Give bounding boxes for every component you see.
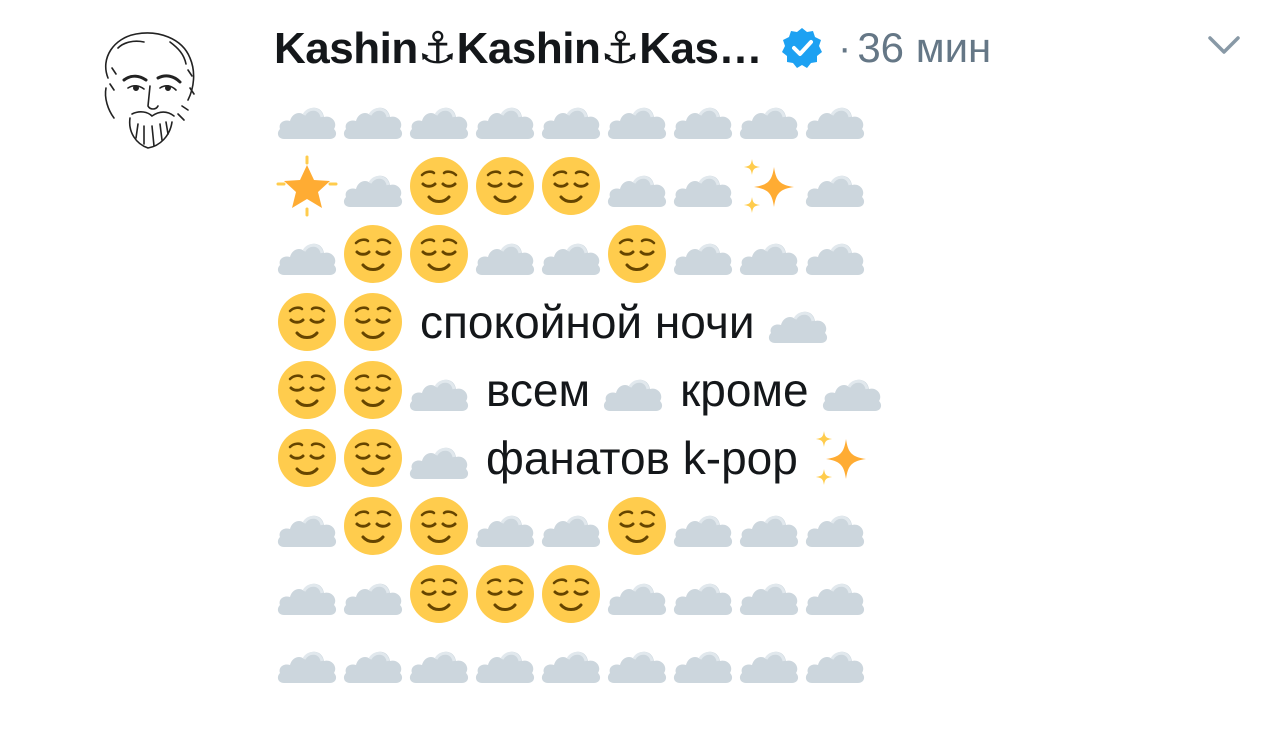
- cloud-emoji-icon: [802, 561, 868, 627]
- cloud-emoji-icon: [538, 221, 604, 287]
- more-options-button[interactable]: [1204, 30, 1244, 60]
- cloud-emoji-icon: [406, 85, 472, 151]
- relieved-emoji-icon: [274, 357, 340, 423]
- cloud-emoji-icon: [670, 493, 736, 559]
- tweet-line: спокойной ночи: [274, 288, 885, 356]
- cloud-emoji-icon: [340, 85, 406, 151]
- tweet-text-segment: кроме: [680, 364, 809, 416]
- cloud-emoji-icon: [670, 153, 736, 219]
- author-name[interactable]: Kashin⚓Kashin⚓Kas…: [274, 23, 763, 74]
- avatar[interactable]: [78, 18, 220, 160]
- cloud-emoji-icon: [274, 629, 340, 695]
- cloud-emoji-icon: [406, 357, 472, 423]
- cloud-emoji-icon: [274, 85, 340, 151]
- cloud-emoji-icon: [604, 85, 670, 151]
- cloud-emoji-icon: [736, 85, 802, 151]
- relieved-emoji-icon: [472, 561, 538, 627]
- cloud-emoji-icon: [274, 493, 340, 559]
- tweet-line: всем кроме: [274, 356, 885, 424]
- cloud-emoji-icon: [802, 153, 868, 219]
- sparkles-emoji-icon: [808, 425, 874, 491]
- chevron-down-icon: [1208, 36, 1240, 54]
- tweet-line: [274, 628, 885, 696]
- relieved-emoji-icon: [406, 221, 472, 287]
- cloud-emoji-icon: [736, 629, 802, 695]
- meta-separator: ·: [838, 25, 852, 70]
- cloud-emoji-icon: [802, 221, 868, 287]
- cloud-emoji-icon: [604, 153, 670, 219]
- cloud-emoji-icon: [819, 357, 885, 423]
- tweet-line: фанатов k-pop: [274, 424, 885, 492]
- relieved-emoji-icon: [538, 561, 604, 627]
- tweet-header: Kashin⚓Kashin⚓Kas… · 36 мин: [274, 14, 991, 82]
- cloud-emoji-icon: [670, 629, 736, 695]
- cloud-emoji-icon: [802, 493, 868, 559]
- relieved-emoji-icon: [340, 289, 406, 355]
- cloud-emoji-icon: [736, 561, 802, 627]
- relieved-emoji-icon: [406, 153, 472, 219]
- tweet: Kashin⚓Kashin⚓Kas… · 36 мин спокойной но…: [0, 0, 1280, 734]
- cloud-emoji-icon: [274, 221, 340, 287]
- verified-badge-icon: [780, 26, 824, 70]
- relieved-emoji-icon: [604, 493, 670, 559]
- tweet-text: спокойной ночи всем кроме фанатов k-pop: [274, 84, 885, 696]
- cloud-emoji-icon: [802, 629, 868, 695]
- relieved-emoji-icon: [472, 153, 538, 219]
- star-emoji-icon: [274, 153, 340, 219]
- avatar-sketch-icon: [104, 32, 195, 149]
- tweet-line: [274, 220, 885, 288]
- cloud-emoji-icon: [670, 221, 736, 287]
- cloud-emoji-icon: [600, 357, 666, 423]
- relieved-emoji-icon: [340, 493, 406, 559]
- cloud-emoji-icon: [736, 493, 802, 559]
- cloud-emoji-icon: [670, 561, 736, 627]
- cloud-emoji-icon: [802, 85, 868, 151]
- tweet-line: [274, 152, 885, 220]
- relieved-emoji-icon: [340, 425, 406, 491]
- relieved-emoji-icon: [604, 221, 670, 287]
- cloud-emoji-icon: [340, 153, 406, 219]
- relieved-emoji-icon: [406, 493, 472, 559]
- cloud-emoji-icon: [274, 561, 340, 627]
- cloud-emoji-icon: [736, 221, 802, 287]
- cloud-emoji-icon: [538, 629, 604, 695]
- tweet-text-segment: фанатов k-pop: [486, 432, 798, 484]
- tweet-line: [274, 84, 885, 152]
- cloud-emoji-icon: [472, 221, 538, 287]
- relieved-emoji-icon: [340, 357, 406, 423]
- tweet-text-segment: спокойной ночи: [420, 296, 755, 348]
- tweet-text-segment: всем: [486, 364, 591, 416]
- relieved-emoji-icon: [538, 153, 604, 219]
- cloud-emoji-icon: [406, 425, 472, 491]
- tweet-line: [274, 560, 885, 628]
- tweet-line: [274, 492, 885, 560]
- cloud-emoji-icon: [340, 561, 406, 627]
- relieved-emoji-icon: [274, 425, 340, 491]
- cloud-emoji-icon: [472, 493, 538, 559]
- cloud-emoji-icon: [604, 629, 670, 695]
- relieved-emoji-icon: [340, 221, 406, 287]
- tweet-timestamp[interactable]: 36 мин: [857, 24, 991, 72]
- sparkles-emoji-icon: [736, 153, 802, 219]
- cloud-emoji-icon: [472, 85, 538, 151]
- cloud-emoji-icon: [538, 493, 604, 559]
- cloud-emoji-icon: [538, 85, 604, 151]
- cloud-emoji-icon: [765, 289, 831, 355]
- cloud-emoji-icon: [604, 561, 670, 627]
- cloud-emoji-icon: [340, 629, 406, 695]
- cloud-emoji-icon: [472, 629, 538, 695]
- cloud-emoji-icon: [670, 85, 736, 151]
- cloud-emoji-icon: [406, 629, 472, 695]
- relieved-emoji-icon: [274, 289, 340, 355]
- relieved-emoji-icon: [406, 561, 472, 627]
